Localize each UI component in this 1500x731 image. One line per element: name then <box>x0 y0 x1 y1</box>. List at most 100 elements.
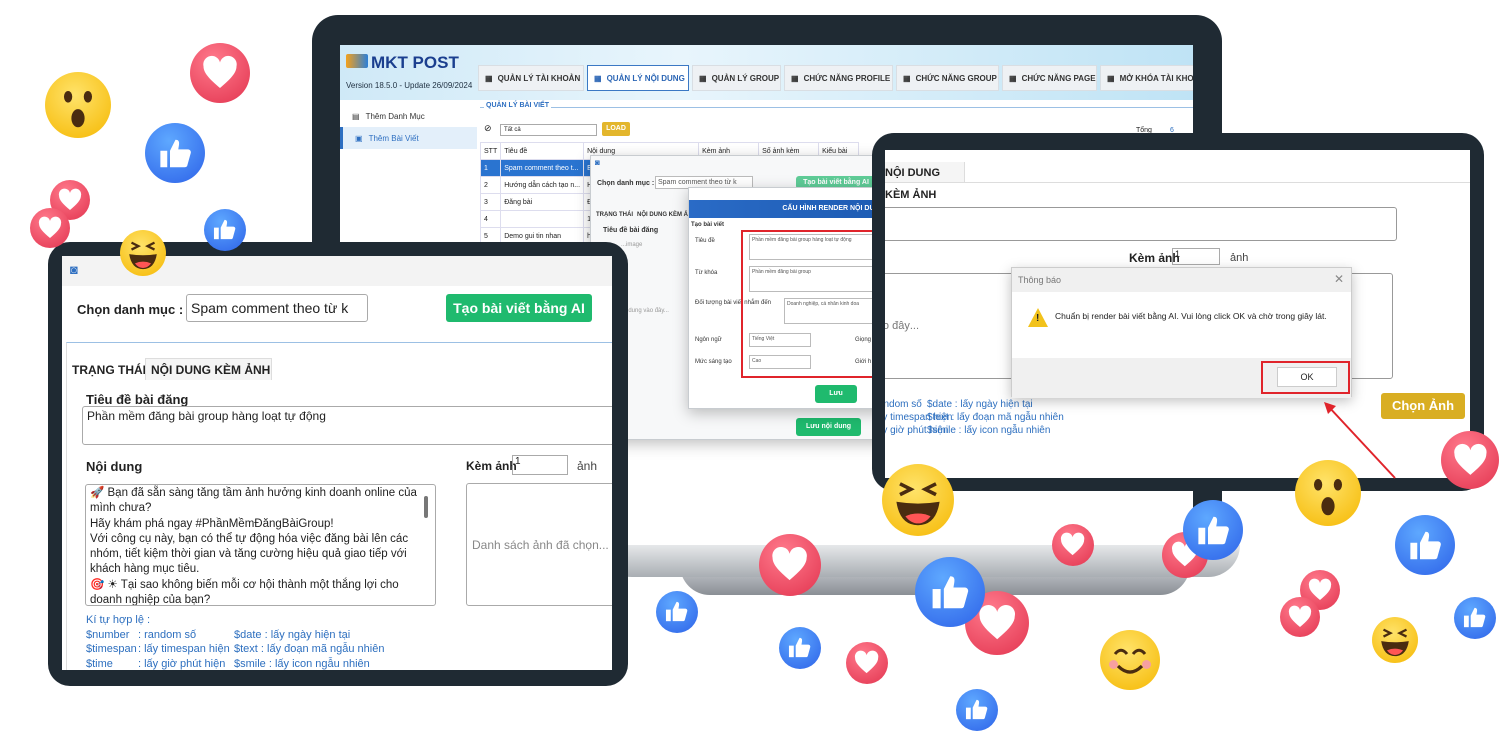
sidebar-item-add-post[interactable]: ▣ Thêm Bài Viết <box>340 127 477 149</box>
nav-tab-label: QUẢN LÝ GROUP <box>711 73 780 83</box>
tab-content[interactable]: NỘI DUNG KÈM ẢNH <box>145 358 272 380</box>
table-cell <box>500 210 585 228</box>
nav-tab[interactable]: ▦ MỞ KHÓA TÀI KHOẢN <box>1100 65 1193 91</box>
profile-icon: ▦ <box>791 73 799 83</box>
var-name: $timespan <box>86 643 137 655</box>
table-cell: Đăng bài <box>500 193 585 211</box>
nav-tab-label: CHỨC NĂNG PROFILE <box>803 73 891 83</box>
highlight-box <box>741 230 891 378</box>
category-label: Chọn danh mục : <box>77 302 184 317</box>
tab-status[interactable]: TRẠNG THÁI <box>72 363 146 377</box>
category-select[interactable]: Spam comment theo từ k <box>186 294 368 322</box>
save-content-button[interactable]: Lưu nội dung <box>796 418 861 436</box>
section-label: Tạo bài viết <box>691 222 725 228</box>
heart-icon <box>190 43 250 103</box>
thumbs-up-icon <box>915 557 985 627</box>
group-icon: ▦ <box>699 73 707 83</box>
table-cell: 3 <box>479 193 502 211</box>
valid-chars-list: Kí tự hợp lệ : $number : random số $date :… <box>86 613 384 670</box>
valid-chars-list: : random số $date : lấy ngày hiện tại : l… <box>885 398 1064 437</box>
app-icon: ◙ <box>595 158 600 167</box>
title-input[interactable] <box>885 207 1397 241</box>
column-header[interactable]: STT <box>479 142 502 160</box>
logo-text: MKT POST <box>371 53 459 72</box>
nav-tab[interactable]: ▦ CHỨC NĂNG GROUP <box>896 65 999 91</box>
var-desc: $smile : lấy icon ngẫu nhiên <box>234 657 370 670</box>
attach-count-stepper[interactable]: 1 <box>512 455 568 475</box>
attach-count-stepper[interactable]: 1 <box>1172 248 1220 265</box>
laugh-face-icon <box>882 464 954 536</box>
list-icon: ▦ <box>594 73 602 83</box>
app-header: MKT POST Version 18.5.0 - Update 26/09/2… <box>340 45 1193 100</box>
thumbs-up-icon <box>656 591 698 633</box>
heart-icon <box>1052 524 1094 566</box>
attach-unit: ảnh <box>1230 252 1249 264</box>
heart-icon <box>846 642 888 684</box>
var-desc: : lấy giờ phút hiện <box>885 425 949 436</box>
var-desc: : lấy giờ phút hiện <box>138 657 226 670</box>
var-desc: $text : lấy đoạn mã ngẫu nhiên <box>927 412 1064 423</box>
sidebar-label: Thêm Bài Viết <box>368 133 419 143</box>
var-desc: : lấy timespan hiện <box>885 412 953 423</box>
content-placeholder: ...ội dung vào đây... <box>885 320 919 332</box>
var-name: $number <box>86 628 130 641</box>
thumbs-up-icon <box>204 209 246 251</box>
group-func-icon: ▦ <box>903 73 911 83</box>
heart-icon <box>759 534 821 596</box>
nav-tab-label: CHỨC NĂNG GROUP <box>915 73 997 83</box>
nav-tab[interactable]: ▦ CHỨC NĂNG PROFILE <box>784 65 893 91</box>
attach-label: Kèm ảnh <box>466 459 517 473</box>
image-list-placeholder: Danh sách ảnh đã chọn... <box>472 538 609 552</box>
var-name: $time <box>86 657 113 670</box>
left-tablet-screen: ◙ Chọn danh mục : Spam comment theo từ k… <box>62 256 612 670</box>
column-header[interactable]: Tiêu đề <box>500 142 585 160</box>
content-textarea[interactable]: 🚀 Bạn đã sẵn sàng tăng tầm ảnh hưởng kin… <box>85 484 436 606</box>
load-button[interactable]: LOAD <box>602 122 630 136</box>
app-logo: MKT POST <box>346 53 459 73</box>
sidebar-item-add-category[interactable]: ▤ Thêm Danh Mục <box>340 105 477 127</box>
smile-face-icon <box>1100 630 1160 690</box>
nav-tab[interactable]: ▦ QUẢN LÝ TÀI KHOẢN <box>478 65 584 91</box>
unlock-icon: ▦ <box>1107 73 1115 83</box>
scrollbar[interactable] <box>424 496 428 518</box>
dialog-title-bar: CẤU HÌNH RENDER NỘI DUNG <box>689 200 889 218</box>
nav-tab-label: CHỨC NĂNG PAGE <box>1021 73 1096 83</box>
thumbs-up-icon <box>779 627 821 669</box>
nav-tab[interactable]: ▦ QUẢN LÝ NỘI DUNG <box>587 65 689 91</box>
title-label: Tiêu đề bài đăng <box>603 227 659 234</box>
facebook-icon: ▦ <box>1009 73 1017 83</box>
category-label: Chọn danh mục : <box>597 180 655 187</box>
table-cell: Hướng dẫn cách tạo n... <box>500 176 585 194</box>
filter-select[interactable]: Tất cả <box>500 124 597 136</box>
account-icon: ▦ <box>485 73 493 83</box>
title-label: Tiêu đề bài đăng <box>86 392 189 407</box>
tab-content[interactable]: NỘI DUNG KÈM ẢNH <box>885 162 965 201</box>
field-label-keyword: Từ khóa <box>695 270 718 276</box>
tab-status[interactable]: TRẠNG THÁI <box>596 212 633 218</box>
var-desc: : lấy timespan hiện <box>138 643 230 655</box>
sidebar: ▤ Thêm Danh Mục ▣ Thêm Bài Viết <box>340 105 477 149</box>
laugh-face-icon <box>120 230 166 276</box>
heart-icon <box>1441 431 1499 489</box>
warning-mark: ! <box>1036 313 1040 324</box>
title-input[interactable]: Phần mềm đăng bài group hàng loạt tự độn… <box>82 406 612 445</box>
ai-create-button[interactable]: Tạo bài viết bằng AI <box>446 294 592 322</box>
save-button[interactable]: Lưu <box>815 385 857 403</box>
valid-chars-label: Kí tự hợp lệ : <box>86 614 151 626</box>
close-icon[interactable]: ✕ <box>1334 272 1344 286</box>
field-label-title: Tiêu đề <box>695 238 715 244</box>
nav-tab[interactable]: ▦ QUẢN LÝ GROUP <box>692 65 781 91</box>
creativity-label: Mức sáng tạo <box>695 359 732 365</box>
laugh-face-icon <box>1372 617 1418 663</box>
thumbs-up-icon <box>1183 500 1243 560</box>
app-version: Version 18.5.0 - Update 26/09/2024 <box>346 81 473 90</box>
content-label: Nội dung <box>86 459 143 474</box>
var-desc: : random số <box>138 628 197 641</box>
message-title: Thông báo <box>1018 275 1062 285</box>
var-desc: $text : lấy đoạn mã ngẫu nhiên <box>234 643 385 655</box>
nav-tab[interactable]: ▦ CHỨC NĂNG PAGE <box>1002 65 1097 91</box>
var-desc: $date : lấy ngày hiện tại <box>234 628 351 641</box>
heart-icon <box>1280 597 1320 637</box>
message-box: Thông báo ✕ ! Chuẩn bị render bài viết b… <box>1011 267 1352 398</box>
var-desc: $smile : lấy icon ngẫu nhiên <box>927 425 1051 436</box>
